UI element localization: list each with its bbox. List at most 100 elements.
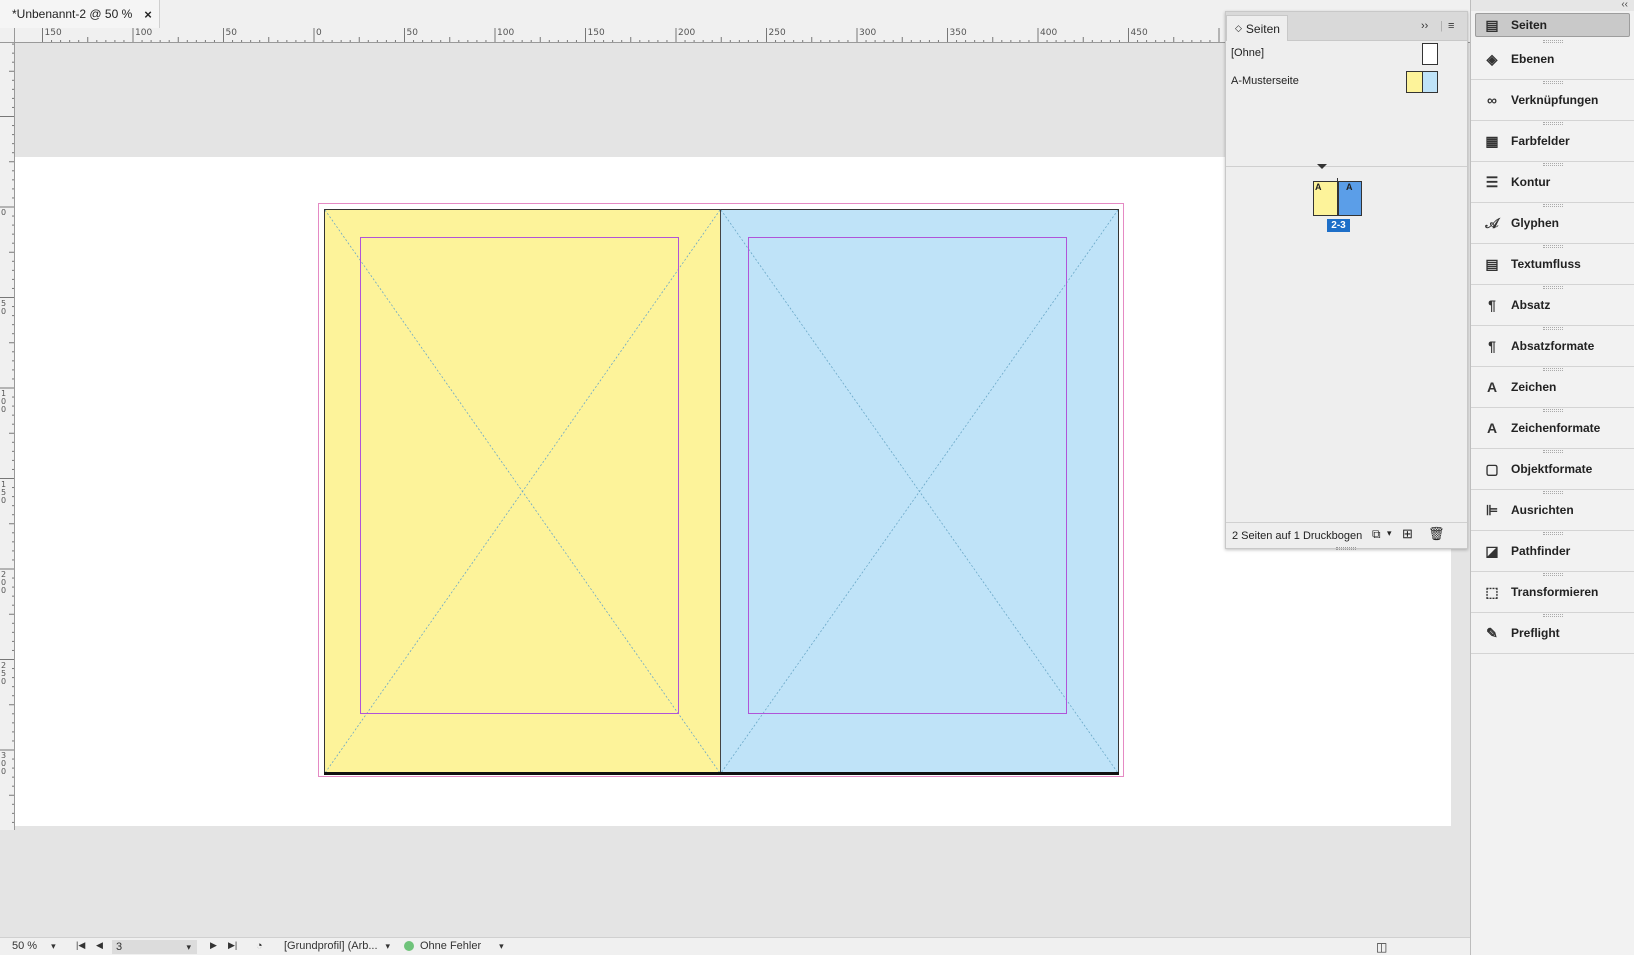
profile-dropdown-icon[interactable]: ▾ — [386, 941, 391, 952]
dock-item-grip[interactable] — [1542, 204, 1563, 207]
dock-item-label: Absatzformate — [1511, 339, 1595, 353]
dock-item-grip[interactable] — [1542, 81, 1563, 84]
page-2[interactable] — [324, 209, 721, 774]
last-page-icon[interactable]: ▶| — [228, 940, 237, 951]
dock-item-grip[interactable] — [1542, 409, 1563, 412]
panel-resize-grip[interactable] — [1336, 547, 1356, 550]
dock-item-grip[interactable] — [1542, 573, 1563, 576]
ruler-tick-label: 200 — [1, 570, 7, 595]
dock-item-kontur[interactable]: ☰ Kontur — [1471, 162, 1634, 203]
dock-item-absatzformate[interactable]: ¶ Absatzformate — [1471, 326, 1634, 367]
dock-item-grip[interactable] — [1542, 286, 1563, 289]
page-dropdown-icon[interactable]: ▾ — [186, 942, 191, 953]
dock-item-grip[interactable] — [1542, 245, 1563, 248]
align-icon: ⊫ — [1485, 501, 1499, 518]
new-page-icon[interactable]: ⊞ — [1402, 526, 1413, 542]
dock-header: ‹‹ — [1471, 0, 1634, 11]
dock-item-grip[interactable] — [1542, 491, 1563, 494]
dock-item-ausrichten[interactable]: ⊫ Ausrichten — [1471, 490, 1634, 531]
page-3[interactable] — [721, 209, 1119, 774]
tab-pages[interactable]: ◇ Seiten — [1226, 15, 1288, 41]
close-tab-icon[interactable]: × — [144, 7, 152, 22]
dock-item-label: Pathfinder — [1511, 544, 1571, 558]
dock-item-grip[interactable] — [1542, 327, 1563, 330]
preflight-dropdown-icon[interactable]: ▾ — [499, 941, 504, 952]
split-window-icon[interactable]: ◫ — [1376, 940, 1387, 954]
dock-item-grip[interactable] — [1542, 40, 1563, 43]
dock-item-objektformate[interactable]: ▢ Objektformate — [1471, 449, 1634, 490]
dock-item-grip[interactable] — [1542, 368, 1563, 371]
transform-icon: ⬚ — [1485, 583, 1499, 600]
previous-page-icon[interactable]: ◀ — [96, 940, 103, 951]
next-page-icon[interactable]: ▶ — [210, 940, 217, 951]
ruler-tick-label: 100 — [1, 389, 7, 414]
dock-item-grip[interactable] — [1542, 450, 1563, 453]
vertical-ruler[interactable]: 0 50 100 150 200 250 300 — [0, 43, 15, 830]
dock-item-verkn-pfungen[interactable]: ∞ Verknüpfungen — [1471, 80, 1634, 121]
dock-item-pathfinder[interactable]: ◪ Pathfinder — [1471, 531, 1634, 572]
dock-item-grip[interactable] — [1542, 532, 1563, 535]
master-none-thumbnail[interactable] — [1422, 43, 1438, 65]
dock-item-textumfluss[interactable]: ▤ Textumfluss — [1471, 244, 1634, 285]
dock-item-seiten[interactable]: ▤ Seiten — [1475, 13, 1630, 37]
ruler-tick-label: 300 — [1, 751, 7, 776]
master-a-left-thumbnail[interactable] — [1406, 71, 1422, 93]
dock-item-grip[interactable] — [1542, 163, 1563, 166]
zoom-dropdown-icon[interactable]: ▾ — [51, 941, 56, 952]
first-page-icon[interactable]: |◀ — [76, 940, 85, 951]
ruler-tick-label: 50 — [225, 28, 237, 38]
delete-page-icon[interactable]: 🗑 — [1428, 526, 1445, 542]
layers-icon: ◈ — [1486, 50, 1498, 67]
dock-item-transformieren[interactable]: ⬚ Transformieren — [1471, 572, 1634, 613]
dock-item-label: Verknüpfungen — [1511, 93, 1599, 107]
dock-item-absatz[interactable]: ¶ Absatz — [1471, 285, 1634, 326]
preflight-profile-value: [Grundprofil] (Arb... — [284, 940, 378, 952]
page-3-thumbnail[interactable]: A — [1338, 181, 1362, 216]
page-2-master-prefix: A — [1315, 182, 1322, 192]
ruler-origin[interactable] — [0, 28, 15, 43]
master-a-right-thumbnail[interactable] — [1422, 71, 1438, 93]
dock-item-label: Glyphen — [1511, 216, 1560, 230]
dock-item-zeichenformate[interactable]: A Zeichenformate — [1471, 408, 1634, 449]
ruler-tick-label: 200 — [678, 28, 696, 38]
page-number-field[interactable]: 3 ▾ — [112, 940, 197, 954]
dock-item-label: Seiten — [1511, 18, 1548, 32]
pages-icon: ▤ — [1485, 16, 1499, 33]
page-size-dropdown-icon[interactable]: ▾ — [1387, 528, 1392, 539]
object-styles-icon: ▢ — [1485, 460, 1499, 477]
dock-item-label: Ausrichten — [1511, 503, 1574, 517]
zoom-field[interactable]: 50 % ▾ — [12, 940, 56, 952]
dock-item-farbfelder[interactable]: ▦ Farbfelder — [1471, 121, 1634, 162]
dock-item-ebenen[interactable]: ◈ Ebenen — [1471, 39, 1634, 80]
paragraph-styles-icon: ¶ — [1488, 338, 1496, 354]
ruler-tick-label: 250 — [768, 28, 786, 38]
dock-item-glyphen[interactable]: 𝒜 Glyphen — [1471, 203, 1634, 244]
tab-pages-label: Seiten — [1245, 21, 1280, 36]
master-none-row[interactable]: [Ohne] — [1231, 47, 1264, 59]
collapse-dock-icon[interactable]: ‹‹ — [1621, 0, 1628, 10]
open-document-icon[interactable]: ◔ — [256, 940, 263, 952]
dock-item-label: Ebenen — [1511, 52, 1555, 66]
dock-item-grip[interactable] — [1542, 122, 1563, 125]
right-panel-dock: ‹‹ ▤ Seiten ◈ Ebenen ∞ Verknüpfungen ▦ Farbfeld… — [1470, 0, 1634, 955]
dock-item-zeichen[interactable]: A Zeichen — [1471, 367, 1634, 408]
page-2-thumbnail[interactable]: A — [1313, 181, 1338, 216]
ruler-tick-label: 150 — [587, 28, 605, 38]
edit-page-size-icon[interactable]: ⧉ — [1372, 527, 1381, 542]
zoom-value: 50 % — [12, 940, 38, 952]
document-tab[interactable]: *Unbenannt-2 @ 50 % × — [0, 0, 160, 28]
ruler-tick-label: 50 — [1, 298, 7, 316]
dock-item-grip[interactable] — [1542, 614, 1563, 617]
swatches-icon: ▦ — [1485, 132, 1499, 149]
expand-panel-icon[interactable]: ›› — [1421, 20, 1428, 32]
pages-panel: ◇ Seiten ›› | ≡ [Ohne] A-Musterseite A A… — [1225, 11, 1468, 550]
spread-number-badge: 2-3 — [1327, 219, 1350, 232]
dock-item-preflight[interactable]: ✎ Preflight — [1471, 613, 1634, 654]
preflight-status[interactable]: Ohne Fehler ▾ — [404, 940, 504, 952]
page-count-text: 2 Seiten auf 1 Druckbogen — [1232, 529, 1363, 542]
paragraph-icon: ¶ — [1488, 297, 1496, 313]
preflight-profile-field[interactable]: [Grundprofil] (Arb... ▾ — [284, 940, 390, 952]
master-a-row[interactable]: A-Musterseite — [1231, 75, 1299, 87]
preflight-icon: ✎ — [1486, 624, 1498, 641]
panel-menu-icon[interactable]: ≡ — [1448, 20, 1454, 32]
